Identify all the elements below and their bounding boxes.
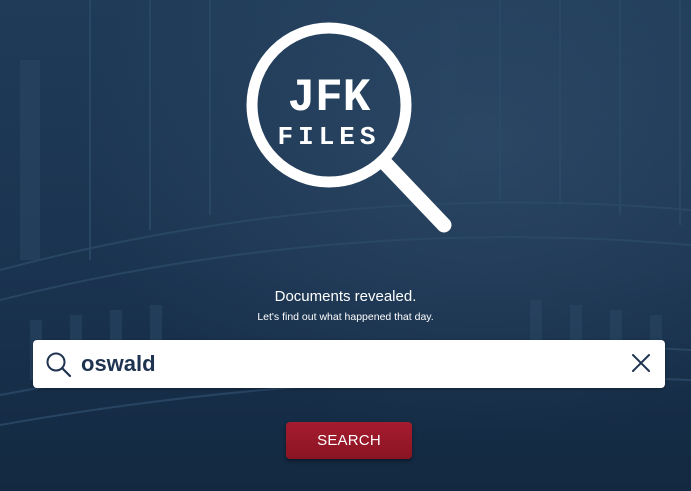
tagline-heading: Documents revealed. <box>274 288 417 305</box>
logo-title: JFK <box>288 72 371 124</box>
search-bar <box>33 340 665 388</box>
logo-subtitle: FILES <box>277 122 380 152</box>
tagline-subheading: Let's find out what happened that day. <box>257 311 434 323</box>
search-button[interactable]: SEARCH <box>286 422 412 459</box>
search-input[interactable] <box>81 348 601 380</box>
close-icon[interactable] <box>630 352 652 374</box>
jfk-files-logo: JFK FILES <box>246 22 452 233</box>
search-icon <box>46 352 72 378</box>
